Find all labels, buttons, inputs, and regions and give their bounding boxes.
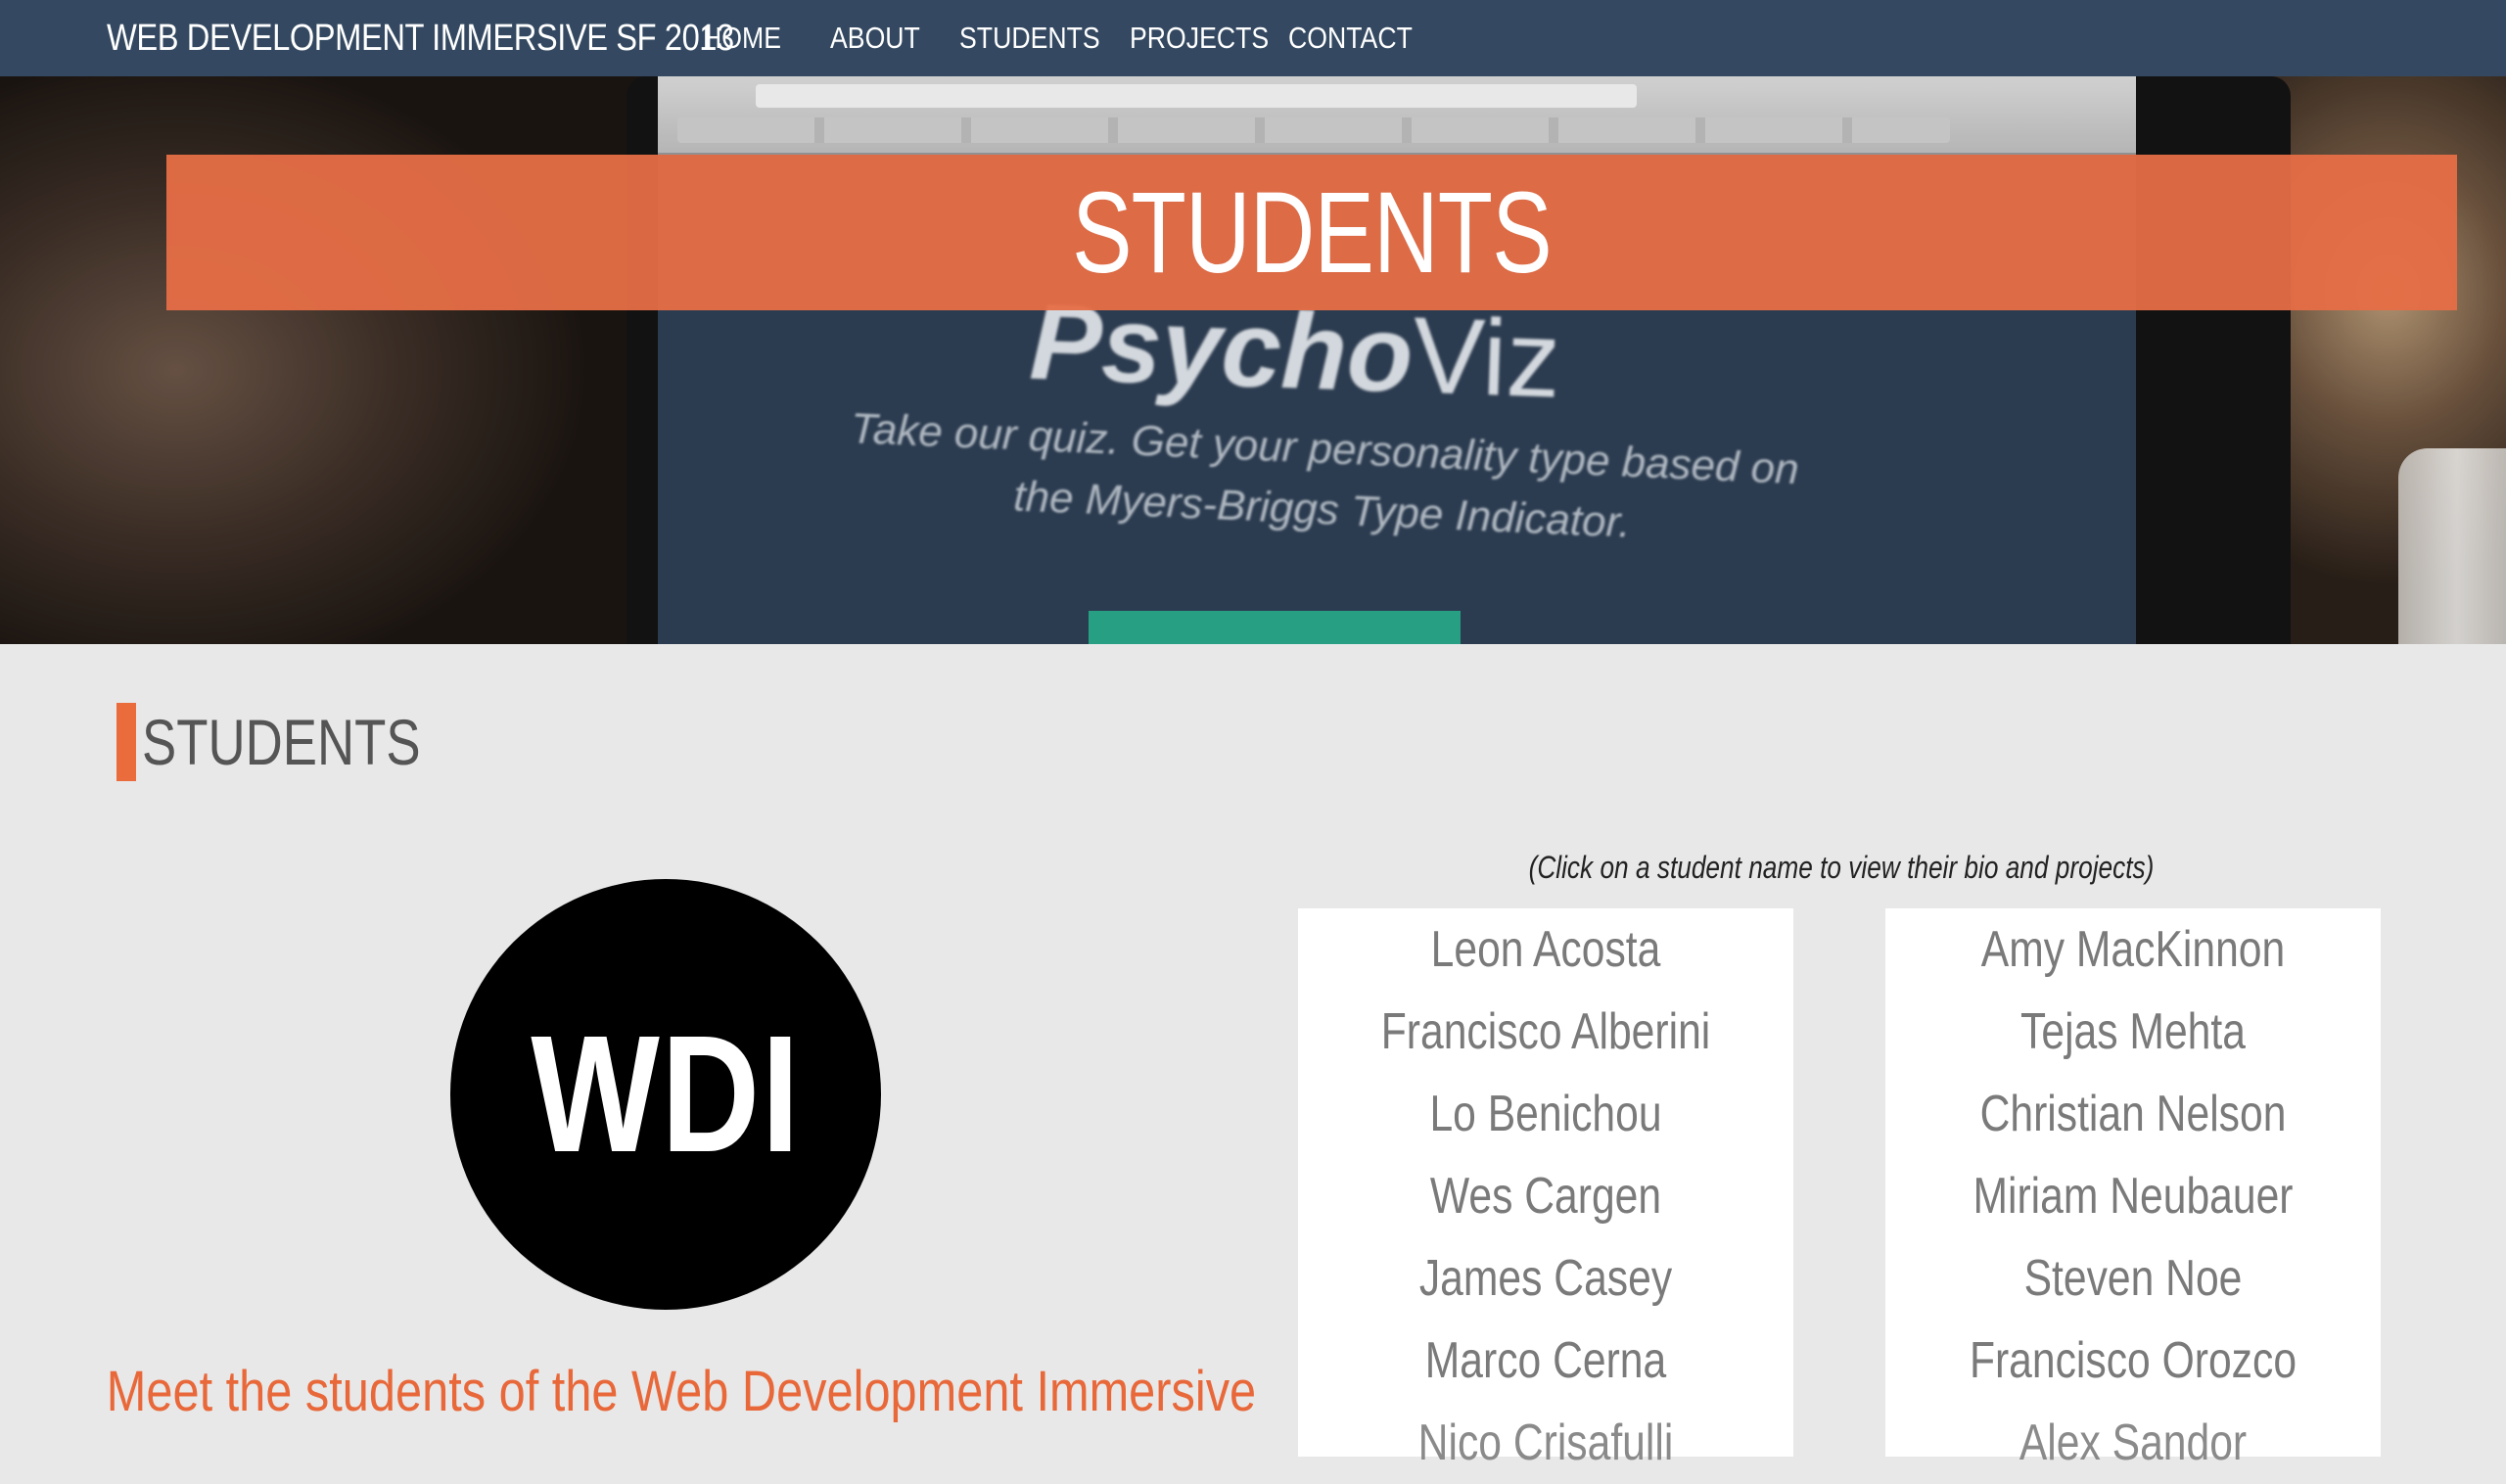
student-link[interactable]: Tejas Mehta xyxy=(1930,991,2337,1073)
student-link[interactable]: Steven Noe xyxy=(1930,1237,2337,1320)
section-title: STUDENTS xyxy=(142,706,421,778)
student-link[interactable]: Alex Sandor xyxy=(1930,1402,2337,1484)
students-section: STUDENTS WDI Meet the students of the We… xyxy=(0,644,2506,1471)
student-link[interactable]: Nico Crisafulli xyxy=(1343,1402,1749,1484)
wdi-logo-text: WDI xyxy=(531,1001,801,1187)
nav-home-link[interactable]: HOME xyxy=(703,21,781,56)
hero-banner-title: STUDENTS xyxy=(1072,167,1553,298)
student-link[interactable]: Wes Cargen xyxy=(1343,1155,1749,1237)
student-link[interactable]: James Casey xyxy=(1343,1237,1749,1320)
top-navbar: WEB DEVELOPMENT IMMERSIVE SF 2013 HOME A… xyxy=(0,0,2506,76)
student-list-column-1: Leon Acosta Francisco Alberini Lo Benich… xyxy=(1298,908,1793,1471)
site-brand-link[interactable]: WEB DEVELOPMENT IMMERSIVE SF 2013 xyxy=(107,0,734,76)
nav-projects-link[interactable]: PROJECTS xyxy=(1130,21,1269,56)
student-list-column-2: Amy MacKinnon Tejas Mehta Christian Nels… xyxy=(1885,908,2381,1471)
wdi-logo: WDI xyxy=(450,879,881,1310)
student-link[interactable]: Marco Cerna xyxy=(1343,1320,1749,1402)
student-link[interactable]: Leon Acosta xyxy=(1343,908,1749,991)
meet-students-text: Meet the students of the Web Development… xyxy=(106,1360,1257,1423)
section-heading: STUDENTS xyxy=(116,703,490,781)
nav-links: HOME ABOUT STUDENTS PROJECTS CONTACT xyxy=(703,0,1492,76)
heading-accent-bar xyxy=(116,703,136,781)
student-link[interactable]: Francisco Alberini xyxy=(1343,991,1749,1073)
nav-about-link[interactable]: ABOUT xyxy=(830,21,920,56)
student-link[interactable]: Amy MacKinnon xyxy=(1930,908,2337,991)
nav-students-link[interactable]: STUDENTS xyxy=(959,21,1100,56)
nav-contact-link[interactable]: CONTACT xyxy=(1288,21,1413,56)
hero-image: PsychoViz Take our quiz. Get your person… xyxy=(0,76,2506,644)
student-link[interactable]: Francisco Orozco xyxy=(1930,1320,2337,1402)
hero-banner: STUDENTS xyxy=(166,155,2457,310)
student-link[interactable]: Christian Nelson xyxy=(1930,1073,2337,1155)
student-link[interactable]: Lo Benichou xyxy=(1343,1073,1749,1155)
click-hint-text: (Click on a student name to view their b… xyxy=(1528,850,2155,885)
student-link[interactable]: Miriam Neubauer xyxy=(1930,1155,2337,1237)
